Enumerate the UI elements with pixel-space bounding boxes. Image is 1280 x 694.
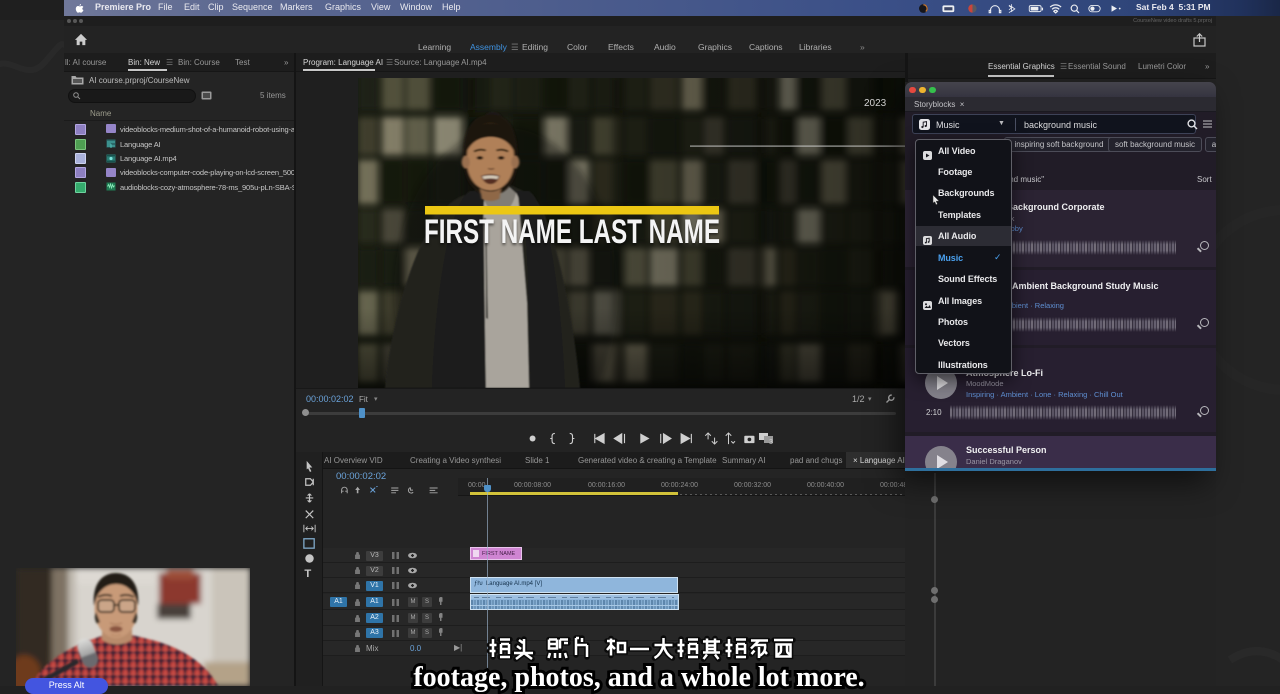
svg-text:T: T — [304, 568, 311, 580]
svg-text:3: 3 — [769, 439, 773, 445]
svg-text:FIRST NAME LAST NAME: FIRST NAME LAST NAME — [424, 213, 720, 251]
svg-text:2023: 2023 — [864, 98, 887, 109]
